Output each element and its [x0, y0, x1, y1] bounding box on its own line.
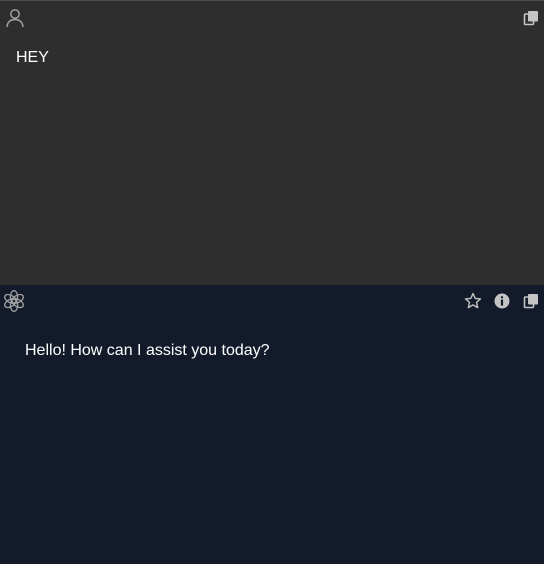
assistant-message-text: Hello! How can I assist you today? [25, 342, 270, 359]
star-icon[interactable] [464, 292, 482, 310]
user-message: HEY [0, 0, 544, 285]
openai-logo-icon [2, 289, 26, 313]
user-message-text: HEY [16, 49, 49, 66]
chat-window: HEY Hello! How can I assist you today? [0, 0, 544, 564]
info-icon[interactable] [494, 293, 510, 309]
copy-icon[interactable] [523, 10, 539, 26]
copy-icon[interactable] [523, 293, 539, 309]
assistant-message: Hello! How can I assist you today? [0, 285, 544, 564]
user-avatar-icon [5, 8, 25, 28]
